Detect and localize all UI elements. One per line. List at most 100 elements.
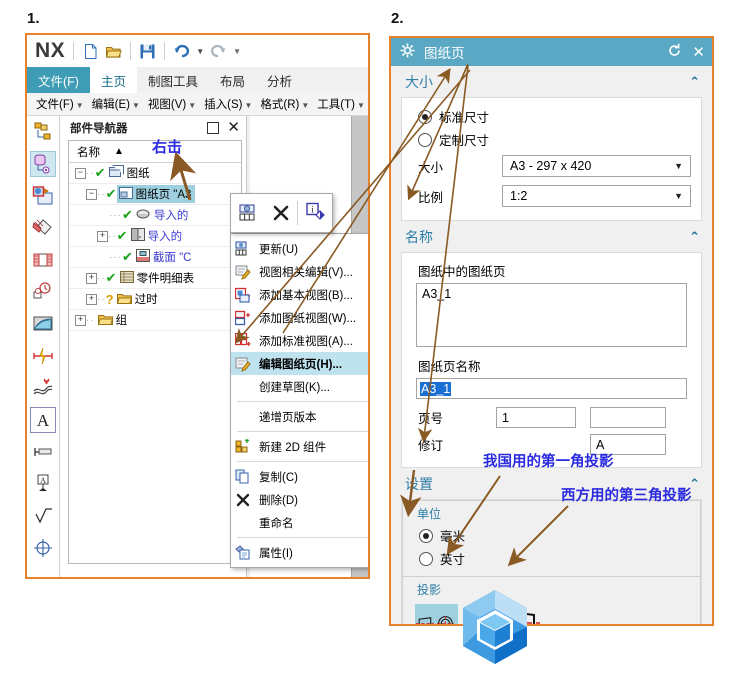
tree-row-drawing[interactable]: − ·· ✔ 图纸 xyxy=(69,163,241,184)
toolbar-divider xyxy=(130,42,132,60)
part-navigator-icon[interactable] xyxy=(30,151,56,177)
roles-icon[interactable] xyxy=(30,311,56,337)
annotation-icon[interactable]: A xyxy=(30,471,56,497)
context-menu-item-add-drawing-view[interactable]: 添加图纸视图(W)... xyxy=(231,306,368,329)
redo-icon[interactable] xyxy=(210,43,227,60)
context-menu-item-increment-revision[interactable]: 递增页版本 xyxy=(231,405,368,428)
assembly-navigator-icon[interactable] xyxy=(30,119,56,145)
menu-file[interactable]: 文件(F) ▼ xyxy=(33,96,87,112)
first-angle-projection-icon[interactable] xyxy=(415,604,458,624)
section-header-size[interactable]: 大小 ⌃ xyxy=(391,66,712,97)
menu-insert[interactable]: 插入(S) ▼ xyxy=(201,96,255,112)
ribbon-tab-layout[interactable]: 布局 xyxy=(209,67,256,93)
undo-icon[interactable] xyxy=(173,43,190,60)
tree-expander[interactable]: + xyxy=(75,314,86,326)
context-menu-item-new-2d-component[interactable]: 新建 2D 组件 xyxy=(231,435,368,458)
close-icon[interactable]: ✕ xyxy=(227,120,240,135)
radio-button[interactable] xyxy=(418,132,432,147)
tree-expander[interactable]: + xyxy=(86,293,97,305)
properties-row-icon[interactable] xyxy=(231,203,264,223)
new-file-icon[interactable] xyxy=(82,43,99,60)
menu-format[interactable]: 格式(R) ▼ xyxy=(257,96,312,112)
menu-edit[interactable]: 编辑(E) ▼ xyxy=(89,96,143,112)
menu-separator xyxy=(237,461,368,462)
tree-row-obsolete[interactable]: + ·· ? 过时 xyxy=(69,289,241,310)
close-icon[interactable]: ✕ xyxy=(692,45,705,60)
restore-window-icon[interactable] xyxy=(207,122,220,134)
sheets-listbox[interactable]: A3_1 xyxy=(416,283,687,347)
tree-row-imported-view-2[interactable]: + ·· ✔ 导入的 xyxy=(69,226,241,247)
context-menu-item-add-standard-view[interactable]: 添加标准视图(A)... xyxy=(231,329,368,352)
section-header-name[interactable]: 名称 ⌃ xyxy=(391,221,712,252)
system-materials-icon[interactable] xyxy=(30,343,56,369)
delete-x-icon[interactable] xyxy=(264,203,297,223)
chevron-down-icon[interactable]: ▼ xyxy=(674,191,683,201)
open-folder-icon[interactable] xyxy=(105,43,122,60)
 xyxy=(235,409,251,425)
context-menu-item-copy[interactable]: 复制(C) xyxy=(231,465,368,488)
tree-expander[interactable]: − xyxy=(75,167,86,179)
radio-millimeter[interactable]: 毫米 xyxy=(403,524,700,547)
sort-ascending-icon[interactable]: ▲ xyxy=(114,146,124,157)
datum-icon[interactable] xyxy=(30,535,56,561)
sheet-name-input[interactable]: A3_1 xyxy=(416,378,687,399)
svg-text:A: A xyxy=(40,476,46,485)
scale-combobox[interactable]: 1:2 ▼ xyxy=(502,185,691,207)
reuse-library-icon[interactable] xyxy=(30,183,56,209)
radio-inch[interactable]: 英寸 xyxy=(403,547,700,570)
tree-row-imported-view-1[interactable]: ··· ✔ 导入的 xyxy=(69,205,241,226)
tree-connector: ·· xyxy=(108,230,117,242)
tree-row-groups[interactable]: + ·· 组 xyxy=(69,310,241,331)
radio-button[interactable] xyxy=(418,109,432,124)
process-studio-icon[interactable] xyxy=(30,375,56,401)
hd3d-tools-icon[interactable] xyxy=(30,215,56,241)
ribbon-tab-home[interactable]: 主页 xyxy=(89,67,137,93)
information-icon[interactable]: i xyxy=(298,202,331,224)
ribbon-tab-bar: 文件(F) 主页 制图工具 布局 分析 xyxy=(27,67,368,93)
tree-connector: ·· xyxy=(97,293,106,305)
nx-logo: NX xyxy=(35,39,66,62)
ribbon-tab-drafting-tools[interactable]: 制图工具 xyxy=(137,67,209,93)
context-menu-item-add-base-view[interactable]: 添加基本视图(B)... xyxy=(231,283,368,306)
page-number-secondary-input[interactable] xyxy=(590,407,666,428)
surface-finish-icon[interactable] xyxy=(30,503,56,529)
radio-button[interactable] xyxy=(419,528,433,543)
text-icon[interactable]: A xyxy=(30,407,56,433)
reset-icon[interactable] xyxy=(667,43,682,61)
tree-expander[interactable]: + xyxy=(97,230,108,242)
context-menu-item-properties[interactable]: 属性(I) xyxy=(231,541,368,564)
web-browser-icon[interactable] xyxy=(30,247,56,273)
context-menu-item-update[interactable]: 更新(U) xyxy=(231,237,368,260)
radio-custom-size[interactable]: 定制尺寸 xyxy=(402,128,701,151)
collapse-chevron-icon[interactable]: ⌃ xyxy=(689,74,700,90)
ribbon-tab-analysis[interactable]: 分析 xyxy=(256,67,303,93)
history-icon[interactable] xyxy=(30,279,56,305)
tree-expander[interactable]: + xyxy=(86,272,97,284)
ribbon-tab-file[interactable]: 文件(F) xyxy=(27,67,90,93)
tree-row-sheet[interactable]: − ·· ✔ 图纸页 "A3 xyxy=(69,184,241,205)
chevron-down-icon: ▼ xyxy=(188,101,197,110)
context-menu-item-edit-sheet[interactable]: 编辑图纸页(H)... xyxy=(231,352,368,375)
tree-expander[interactable]: − xyxy=(86,188,97,200)
status-check-icon: ✔ xyxy=(105,270,117,285)
tree-row-parts-list[interactable]: + ·· ✔ 零件明细表 xyxy=(69,268,241,289)
size-combobox[interactable]: A3 - 297 x 420 ▼ xyxy=(502,155,691,177)
undo-dropdown-icon[interactable]: ▼ xyxy=(196,47,204,56)
context-menu-item-rename[interactable]: 重命名 xyxy=(231,511,368,534)
chevron-down-icon[interactable]: ▼ xyxy=(674,161,683,171)
context-menu-item-create-sketch[interactable]: 创建草图(K)... xyxy=(231,375,368,398)
save-icon[interactable] xyxy=(139,43,156,60)
list-item[interactable]: A3_1 xyxy=(422,287,681,301)
collapse-chevron-icon[interactable]: ⌃ xyxy=(689,229,700,245)
context-menu-item-delete[interactable]: 删除(D) xyxy=(231,488,368,511)
toolbar-overflow-icon[interactable]: ▼ xyxy=(233,47,241,56)
dimension-icon[interactable] xyxy=(30,439,56,465)
radio-standard-size[interactable]: 标准尺寸 xyxy=(402,105,701,128)
page-number-input[interactable]: 1 xyxy=(496,407,576,428)
menu-tools[interactable]: 工具(T) ▼ xyxy=(314,96,368,112)
radio-button[interactable] xyxy=(419,551,433,566)
tree-row-section-view[interactable]: ··· ✔ 截面 "C xyxy=(69,247,241,268)
menu-view[interactable]: 视图(V) ▼ xyxy=(145,96,199,112)
context-menu-item-view-dependent-edit[interactable]: 视图相关编辑(V)... xyxy=(231,260,368,283)
properties-icon xyxy=(235,544,251,561)
